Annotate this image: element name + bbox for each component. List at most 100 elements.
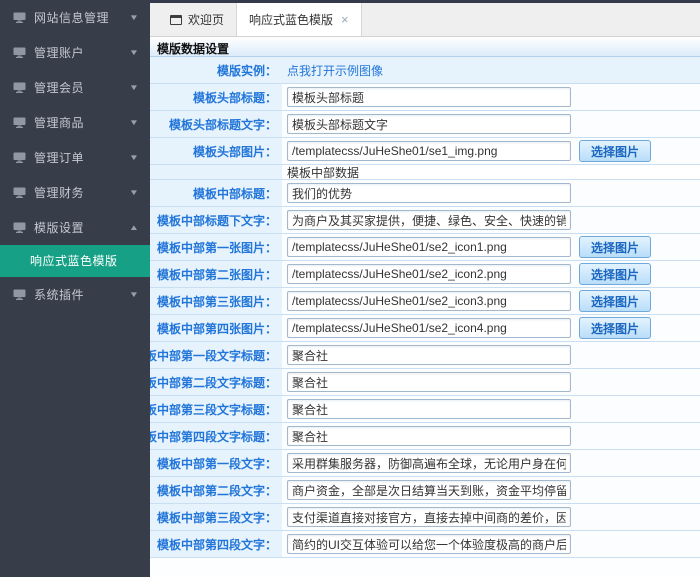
text-input[interactable] [287, 426, 571, 446]
field-label: 模板中部第四张图片： [150, 315, 282, 341]
sidebar-item[interactable]: 网站信息管理▼ [0, 0, 150, 35]
sidebar-item-label: 管理账户 [34, 44, 130, 61]
field-value: 选择图片 [282, 315, 700, 341]
text-input[interactable] [287, 345, 571, 365]
field-label: 模板中部第三张图片： [150, 288, 282, 314]
chevron-down-icon: ▼ [129, 188, 139, 197]
choose-image-button[interactable]: 选择图片 [579, 317, 651, 339]
field-label: 模板中部第一段文字标题： [150, 342, 282, 368]
field-label: 模板头部标题： [150, 84, 282, 110]
text-input[interactable] [287, 372, 571, 392]
field-label: 模板中部第三段文字标题： [150, 396, 282, 422]
form-row: 模板中部第四段文字： [150, 531, 700, 558]
field-label: 模板中部标题下文字： [150, 207, 282, 233]
example-image-link[interactable]: 点我打开示例图像 [287, 62, 383, 79]
main-area: 欢迎页响应式蓝色模版× 模版数据设置 模版实例：点我打开示例图像模板头部标题： 模… [150, 0, 700, 577]
field-label: 模板头部图片： [150, 138, 282, 164]
chevron-down-icon: ▼ [129, 118, 139, 127]
field-value [282, 504, 700, 530]
field-value [282, 423, 700, 449]
sidebar: 网站信息管理▼管理账户▼管理会员▼管理商品▼管理订单▼管理财务▼模版设置▲响应式… [0, 0, 150, 577]
form-row: 模板中部标题下文字： [150, 207, 700, 234]
text-input[interactable] [287, 480, 571, 500]
sidebar-item-label: 网站信息管理 [34, 9, 130, 26]
text-input[interactable] [287, 183, 571, 203]
field-value: 选择图片 [282, 261, 700, 287]
text-input[interactable] [287, 141, 571, 161]
window-icon [170, 15, 182, 25]
sidebar-subitem-active[interactable]: 响应式蓝色模版 [0, 245, 150, 277]
form-row: 模板中部第二段文字标题： [150, 369, 700, 396]
monitor-icon [13, 12, 26, 23]
section-title: 模板中部数据 [287, 164, 359, 181]
chevron-down-icon: ▼ [129, 13, 139, 22]
choose-image-button[interactable]: 选择图片 [579, 140, 651, 162]
sidebar-item[interactable]: 管理财务▼ [0, 175, 150, 210]
tab-bar: 欢迎页响应式蓝色模版× [150, 3, 700, 37]
form-row: 模板中部标题： [150, 180, 700, 207]
field-value [282, 477, 700, 503]
field-label: 模板中部第四段文字标题： [150, 423, 282, 449]
form-row: 模板中部第一段文字： [150, 450, 700, 477]
sidebar-item[interactable]: 系统插件▼ [0, 277, 150, 312]
text-input[interactable] [287, 399, 571, 419]
form-row: 模板中部第二段文字： [150, 477, 700, 504]
field-label: 模板中部第四段文字： [150, 531, 282, 557]
text-input[interactable] [287, 291, 571, 311]
monitor-icon [13, 289, 26, 300]
monitor-icon [13, 222, 26, 233]
text-input[interactable] [287, 453, 571, 473]
sidebar-item-label: 管理商品 [34, 114, 130, 131]
template-settings-form: 模版实例：点我打开示例图像模板头部标题：模板头部标题文字：模板头部图片：选择图片… [150, 57, 700, 577]
monitor-icon [13, 117, 26, 128]
panel-title: 模版数据设置 [150, 37, 700, 57]
text-input[interactable] [287, 237, 571, 257]
text-input[interactable] [287, 534, 571, 554]
tab-active[interactable]: 响应式蓝色模版× [236, 3, 362, 36]
text-input[interactable] [287, 318, 571, 338]
sidebar-item[interactable]: 管理订单▼ [0, 140, 150, 175]
field-value: 点我打开示例图像 [282, 57, 700, 83]
field-value [282, 369, 700, 395]
sidebar-item-label: 系统插件 [34, 286, 130, 303]
chevron-down-icon: ▼ [129, 290, 139, 299]
chevron-down-icon: ▼ [129, 48, 139, 57]
text-input[interactable] [287, 87, 571, 107]
app-window: 网站信息管理▼管理账户▼管理会员▼管理商品▼管理订单▼管理财务▼模版设置▲响应式… [0, 0, 700, 577]
text-input[interactable] [287, 210, 571, 230]
field-label: 模板中部第二张图片： [150, 261, 282, 287]
form-row: 模板中部第四张图片： 选择图片 [150, 315, 700, 342]
field-value: 模板中部数据 [282, 165, 700, 179]
section-row: 模板中部数据 [150, 165, 700, 180]
close-icon[interactable]: × [341, 12, 349, 27]
monitor-icon [13, 152, 26, 163]
form-row: 模板中部第三张图片： 选择图片 [150, 288, 700, 315]
sidebar-item[interactable]: 管理账户▼ [0, 35, 150, 70]
monitor-icon [13, 47, 26, 58]
choose-image-button[interactable]: 选择图片 [579, 263, 651, 285]
text-input[interactable] [287, 114, 571, 134]
form-row: 模版实例：点我打开示例图像 [150, 57, 700, 84]
sidebar-item[interactable]: 模版设置▲ [0, 210, 150, 245]
monitor-icon [13, 187, 26, 198]
field-label: 模板中部第一段文字： [150, 450, 282, 476]
field-label: 模板中部第三段文字： [150, 504, 282, 530]
field-label: 模板中部第二段文字标题： [150, 369, 282, 395]
field-value: 选择图片 [282, 288, 700, 314]
form-row: 模板头部标题： [150, 84, 700, 111]
chevron-down-icon: ▼ [129, 153, 139, 162]
sidebar-item[interactable]: 管理商品▼ [0, 105, 150, 140]
choose-image-button[interactable]: 选择图片 [579, 290, 651, 312]
form-row: 模板头部图片： 选择图片 [150, 138, 700, 165]
field-label: 模板中部第一张图片： [150, 234, 282, 260]
text-input[interactable] [287, 507, 571, 527]
choose-image-button[interactable]: 选择图片 [579, 236, 651, 258]
field-value [282, 180, 700, 206]
chevron-down-icon: ▼ [129, 83, 139, 92]
monitor-icon [13, 82, 26, 93]
tab[interactable]: 欢迎页 [158, 3, 236, 36]
sidebar-item[interactable]: 管理会员▼ [0, 70, 150, 105]
field-label [150, 165, 282, 179]
text-input[interactable] [287, 264, 571, 284]
form-row: 模板中部第一段文字标题： [150, 342, 700, 369]
